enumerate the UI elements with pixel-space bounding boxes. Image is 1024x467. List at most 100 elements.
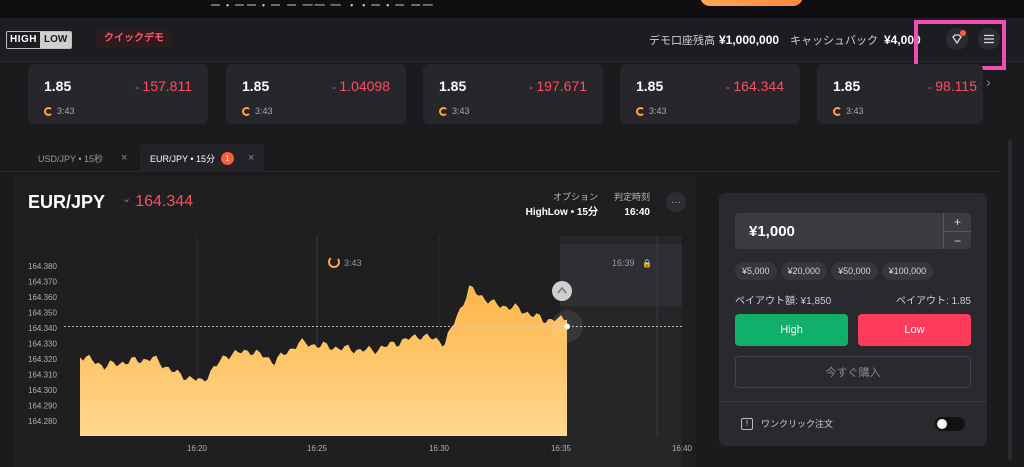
page-scrollbar[interactable] — [1008, 140, 1012, 460]
timer-ring-icon — [636, 106, 645, 116]
y-tick-label: 164.330 — [28, 340, 57, 349]
ticker-timer: 3:43 — [44, 106, 75, 116]
decrease-button[interactable]: − — [943, 231, 971, 249]
ticker-timer: 3:43 — [833, 106, 864, 116]
tab-badge: 1 — [221, 151, 235, 165]
top-banner-strip: ー・ーー・ー ー 一一 一 ・・ー・ー ー一 — [0, 0, 1024, 18]
low-button[interactable]: Low — [858, 314, 971, 346]
timer-ring-icon — [328, 256, 340, 268]
chevron-right-icon[interactable]: › — [986, 74, 991, 90]
ticker-rate: 1.04098 — [332, 78, 390, 94]
logo-high-text: HIGH — [10, 34, 37, 45]
payout-rate: ペイアウト: 1.85 — [895, 296, 971, 307]
buy-now-button[interactable]: 今すぐ購入 — [735, 356, 971, 388]
amount-input[interactable]: ¥1,000 + − — [735, 213, 971, 249]
option-info: オプション HighLow • 15分 — [514, 190, 598, 220]
current-price-halo — [551, 310, 583, 343]
demo-balance-value: ¥1,000,000 — [719, 33, 780, 47]
amount-presets: ¥5,000 ¥20,000 ¥50,000 ¥100,000 — [735, 262, 975, 280]
tab-usdjpy[interactable]: USD/JPY • 15秒 × — [28, 144, 137, 172]
tab-eurjpy[interactable]: EUR/JPY • 15分 1 × — [140, 144, 265, 172]
y-tick-label: 164.350 — [28, 309, 57, 318]
x-tick-label: 16:40 — [672, 444, 693, 453]
preset-button[interactable]: ¥20,000 — [780, 262, 828, 280]
y-tick-label: 164.340 — [28, 324, 57, 333]
one-click-label: ワンクリック注文 — [761, 419, 834, 429]
ticker-timer-text: 3:43 — [57, 106, 75, 116]
logo-low-text: LOW — [40, 32, 72, 48]
cashback: キャッシュバック ¥4,000 — [790, 32, 921, 48]
more-options-button[interactable]: ··· — [666, 192, 686, 212]
amount-value[interactable]: ¥1,000 — [749, 223, 795, 240]
ticker-card[interactable]: 1.85 164.344 3:43 — [620, 64, 800, 124]
y-tick-label: 164.280 — [28, 417, 57, 426]
ticker-row: 1.85 157.811 3:43 1.85 1.04098 3:43 1.85… — [0, 62, 1024, 128]
ticker-rate: 98.115 — [928, 78, 977, 94]
tab-label: EUR/JPY • 15分 — [150, 153, 216, 164]
quick-demo-badge[interactable]: クイックデモ — [95, 29, 173, 48]
ticker-card[interactable]: 1.85 98.115 3:43 — [817, 64, 983, 124]
ticker-timer: 3:43 — [439, 106, 470, 116]
one-click-order: ! ワンクリック注文 — [741, 417, 833, 430]
top-banner-text: ー・ーー・ー ー 一一 一 ・・ー・ー ー一 — [210, 0, 435, 12]
option-value: HighLow • 15分 — [525, 207, 598, 218]
info-icon[interactable]: ! — [741, 417, 753, 430]
ticker-payout: 1.85 — [242, 78, 270, 94]
y-axis: 164.380 164.370 164.360 164.350 164.340 164.3… — [28, 262, 57, 426]
y-tick-label: 164.300 — [28, 386, 57, 395]
asset-tabs: USD/JPY • 15秒 × EUR/JPY • 15分 1 × — [0, 140, 1000, 172]
y-tick-label: 164.320 — [28, 355, 57, 364]
ticker-payout: 1.85 — [636, 78, 664, 94]
toggle-knob — [937, 419, 947, 429]
ticker-timer-text: 3:43 — [846, 106, 864, 116]
close-icon[interactable]: × — [248, 152, 254, 164]
close-icon[interactable]: × — [121, 152, 127, 164]
one-click-toggle[interactable] — [935, 417, 965, 431]
y-tick-label: 164.370 — [28, 278, 57, 287]
y-tick-label: 164.380 — [28, 262, 57, 271]
ticker-card[interactable]: 1.85 197.671 3:43 — [423, 64, 603, 124]
ticker-rate: 164.344 — [726, 78, 784, 94]
ticker-payout: 1.85 — [833, 78, 861, 94]
ticker-timer: 3:43 — [242, 106, 273, 116]
chart-panel: EUR/JPY 164.344 オプション HighLow • 15分 判定時刻… — [14, 176, 696, 467]
ticker-payout: 1.85 — [44, 78, 72, 94]
preset-button[interactable]: ¥100,000 — [881, 262, 934, 280]
tab-label: USD/JPY • 15秒 — [38, 153, 104, 164]
high-button[interactable]: High — [735, 314, 848, 346]
x-tick-label: 16:35 — [551, 444, 572, 453]
y-tick-label: 164.360 — [28, 293, 57, 302]
cashback-label: キャッシュバック — [790, 35, 878, 47]
app-header: HIGH LOW クイックデモ デモ口座残高 ¥1,000,000 キャッシュバッ… — [0, 18, 1024, 62]
increase-button[interactable]: + — [943, 213, 971, 231]
price-area — [80, 286, 567, 436]
top-banner-button[interactable] — [700, 0, 803, 6]
expiry-label: 判定時刻 — [613, 192, 650, 202]
ticker-rate: 157.811 — [135, 78, 192, 94]
pair-rate: 164.344 — [122, 193, 193, 211]
x-tick-label: 16:30 — [429, 444, 450, 453]
timer-ring-icon — [833, 106, 842, 116]
closed-zone-header — [560, 244, 682, 306]
timer-ring-icon — [242, 106, 251, 116]
ticker-timer-text: 3:43 — [452, 106, 470, 116]
highlow-logo[interactable]: HIGH LOW — [6, 31, 73, 49]
divider — [719, 401, 987, 402]
preset-button[interactable]: ¥50,000 — [831, 262, 878, 280]
y-tick-label: 164.310 — [28, 371, 57, 380]
x-tick-label: 16:20 — [187, 444, 208, 453]
timer-ring-icon — [44, 106, 53, 116]
ticker-card[interactable]: 1.85 157.811 3:43 — [28, 64, 208, 124]
preset-button[interactable]: ¥5,000 — [735, 262, 777, 280]
x-tick-label: 16:25 — [307, 444, 328, 453]
lock-icon: 🔒 — [642, 259, 652, 268]
expiry-info: 判定時刻 16:40 — [606, 190, 650, 220]
ticker-card[interactable]: 1.85 1.04098 3:43 — [226, 64, 406, 124]
closed-time-label: 16:39 — [612, 258, 635, 268]
chart-timer-label: 3:43 — [344, 258, 362, 268]
payout-amount: ペイアウト額: ¥1,850 — [735, 296, 832, 307]
payout-row: ペイアウト額: ¥1,850 ペイアウト: 1.85 — [735, 292, 971, 307]
demo-balance: デモ口座残高 ¥1,000,000 — [649, 32, 779, 48]
ticker-payout: 1.85 — [439, 78, 467, 94]
price-chart[interactable]: 164.380 164.370 164.360 164.350 164.340 164.3… — [14, 236, 696, 467]
